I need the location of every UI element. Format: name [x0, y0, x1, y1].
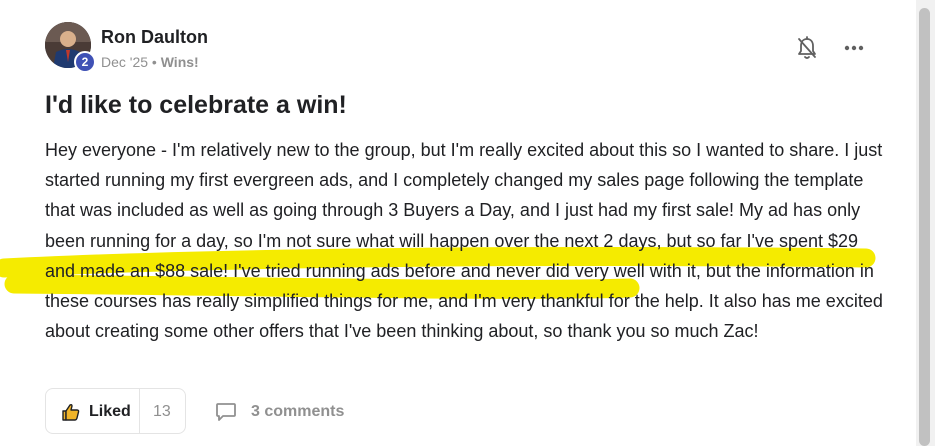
- author-name[interactable]: Ron Daulton: [101, 27, 208, 48]
- like-button[interactable]: Liked 13: [45, 388, 186, 434]
- meta-separator: •: [148, 54, 161, 70]
- like-count[interactable]: 13: [153, 403, 171, 421]
- more-options-button[interactable]: [841, 38, 867, 58]
- bell-off-icon: [798, 36, 816, 59]
- post-body: Hey everyone - I'm relatively new to the…: [45, 140, 883, 342]
- author-avatar-group[interactable]: 2: [45, 22, 97, 74]
- post-meta: Dec '25 • Wins!: [101, 54, 199, 70]
- thumbs-up-icon: [62, 403, 80, 421]
- post-date[interactable]: Dec '25: [101, 54, 148, 70]
- post-title: I'd like to celebrate a win!: [45, 91, 347, 119]
- scrollbar-thumb[interactable]: [919, 8, 930, 446]
- like-divider: [139, 389, 140, 433]
- comments-label: 3 comments: [251, 403, 345, 420]
- more-dots-icon: [844, 45, 864, 51]
- level-badge: 2: [74, 51, 96, 73]
- notification-bell-button[interactable]: [795, 36, 819, 62]
- post-category[interactable]: Wins!: [161, 54, 199, 70]
- like-label: Liked: [89, 403, 131, 420]
- comment-icon: [216, 403, 236, 421]
